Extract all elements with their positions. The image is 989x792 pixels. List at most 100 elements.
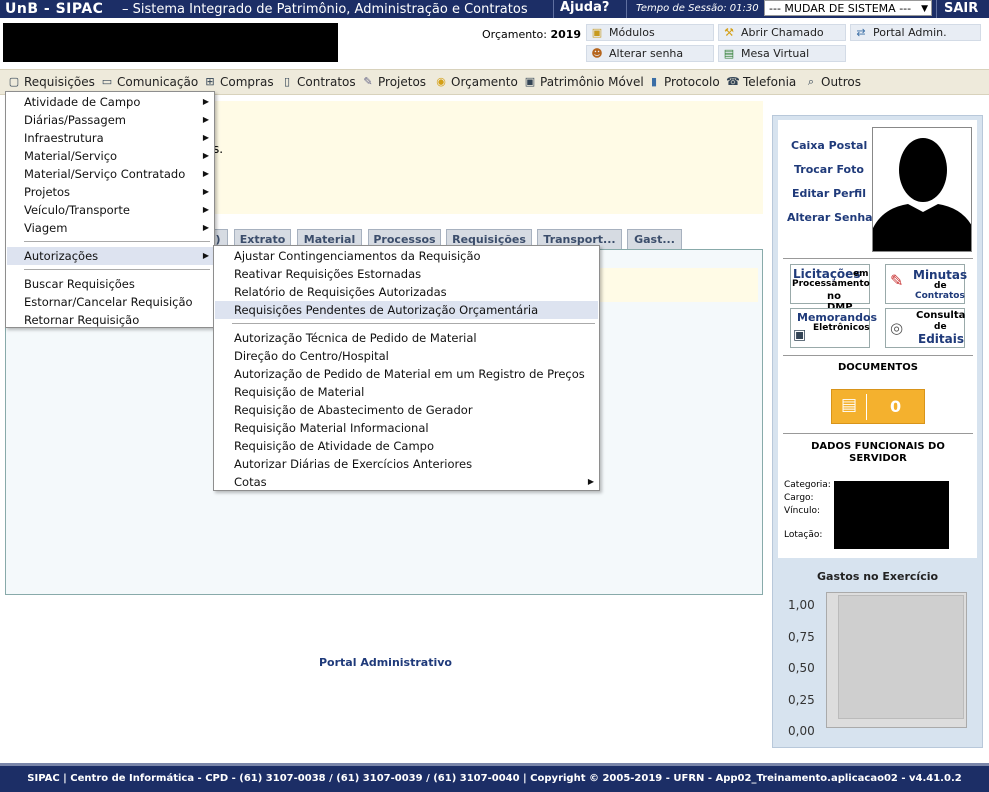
dropdown-item-estornar-cancelar[interactable]: Estornar/Cancelar Requisição bbox=[7, 293, 213, 311]
box-icon: ▣ bbox=[591, 26, 603, 39]
phone-icon: ☎ bbox=[726, 75, 740, 88]
folder-icon: ▮ bbox=[650, 75, 658, 88]
modules-label: Módulos bbox=[609, 26, 655, 39]
menu-protocolo[interactable]: ▮ Protocolo bbox=[647, 75, 720, 89]
cons-title: Consulta bbox=[916, 310, 966, 321]
consulta-editais-button[interactable]: ◎ Consulta de Editais bbox=[885, 308, 965, 348]
dropdown-item-material-servico-contratado[interactable]: Material/Serviço Contratado ▶ bbox=[7, 165, 213, 183]
dropdown-item-buscar-requisicoes[interactable]: Buscar Requisições bbox=[7, 275, 213, 293]
editar-perfil-link[interactable]: Editar Perfil bbox=[792, 187, 866, 200]
submenu-item-registro-precos[interactable]: Autorização de Pedido de Material em um … bbox=[215, 365, 598, 383]
dropdown-item-label: Buscar Requisições bbox=[24, 277, 135, 291]
chevron-right-icon: ▶ bbox=[202, 251, 209, 260]
change-system-select[interactable]: --- MUDAR DE SISTEMA --- ▼ bbox=[764, 0, 932, 16]
chevron-right-icon: ▶ bbox=[202, 151, 209, 160]
y-tick: 0,50 bbox=[788, 661, 815, 675]
change-password-button[interactable]: ☻ Alterar senha bbox=[586, 45, 714, 62]
portal-admin-link[interactable]: Portal Administrativo bbox=[319, 656, 452, 669]
change-password-label: Alterar senha bbox=[609, 47, 684, 60]
menu-orcamento[interactable]: ◉ Orçamento bbox=[434, 75, 518, 89]
dropdown-item-diarias[interactable]: Diárias/Passagem ▶ bbox=[7, 111, 213, 129]
dropdown-item-atividade-campo[interactable]: Atividade de Campo ▶ bbox=[7, 93, 213, 111]
lotacao-label: Lotação: bbox=[784, 530, 823, 540]
submenu-item-label: Autorização Técnica de Pedido de Materia… bbox=[234, 331, 477, 345]
dropdown-item-material-servico[interactable]: Material/Serviço ▶ bbox=[7, 147, 213, 165]
menu-requisicoes[interactable]: ▢ Requisições bbox=[7, 75, 95, 89]
divider bbox=[553, 0, 554, 18]
open-ticket-label: Abrir Chamado bbox=[741, 26, 824, 39]
lic-em: em bbox=[853, 269, 869, 279]
trocar-foto-link[interactable]: Trocar Foto bbox=[794, 163, 864, 176]
dropdown-item-label: Autorizações bbox=[24, 249, 99, 263]
system-name: – Sistema Integrado de Patrimônio, Admin… bbox=[122, 2, 528, 17]
licitacoes-button[interactable]: Licitações em Processamento no DMP bbox=[790, 264, 870, 313]
chevron-down-icon: ▼ bbox=[921, 4, 928, 14]
budget-info: Orçamento: 2019 bbox=[482, 28, 581, 41]
modules-button[interactable]: ▣ Módulos bbox=[586, 24, 714, 41]
menu-requisicoes-label: Requisições bbox=[24, 75, 95, 89]
help-link[interactable]: Ajuda? bbox=[560, 0, 609, 15]
minutas-button[interactable]: ✎ Minutas de Contratos bbox=[885, 264, 967, 304]
memorandos-button[interactable]: ▣ Memorandos Eletrônicos bbox=[790, 308, 877, 348]
dropdown-item-viagem[interactable]: Viagem ▶ bbox=[7, 219, 213, 237]
submenu-item-diarias-anteriores[interactable]: Autorizar Diárias de Exercícios Anterior… bbox=[215, 455, 598, 473]
divider bbox=[24, 241, 210, 242]
menu-compras[interactable]: ⊞ Compras bbox=[203, 75, 273, 89]
network-icon: ⇄ bbox=[856, 26, 866, 39]
cons-editais: Editais bbox=[918, 332, 964, 346]
dropdown-item-autorizacoes[interactable]: Autorizações ▶ bbox=[7, 247, 213, 265]
cargo-label: Cargo: bbox=[784, 493, 814, 503]
dropdown-item-projetos[interactable]: Projetos ▶ bbox=[7, 183, 213, 201]
user-photo bbox=[872, 127, 972, 252]
cons-de: de bbox=[934, 322, 947, 332]
submenu-item-cotas[interactable]: Cotas ▶ bbox=[215, 473, 598, 491]
submenu-item-autorizacao-tecnica[interactable]: Autorização Técnica de Pedido de Materia… bbox=[215, 329, 598, 347]
submenu-item-direcao-centro[interactable]: Direção do Centro/Hospital bbox=[215, 347, 598, 365]
session-timer: Tempo de Sessão: 01:30 bbox=[636, 3, 759, 14]
documents-title: DOCUMENTOS bbox=[838, 362, 918, 373]
coins-icon: ◉ bbox=[436, 75, 446, 88]
submenu-item-material-informacional[interactable]: Requisição Material Informacional bbox=[215, 419, 598, 437]
categoria-label: Categoria: bbox=[784, 480, 831, 490]
submenu-item-ajustar-contingenciamentos[interactable]: Ajustar Contingenciamentos da Requisição bbox=[215, 247, 598, 265]
submenu-item-abastecimento-gerador[interactable]: Requisição de Abastecimento de Gerador bbox=[215, 401, 598, 419]
documents-button[interactable]: ▤ bbox=[831, 389, 925, 424]
virtual-desk-button[interactable]: ▤ Mesa Virtual bbox=[718, 45, 846, 62]
alterar-senha-link[interactable]: Alterar Senha bbox=[787, 211, 873, 224]
menu-comunicacao[interactable]: ▭ Comunicação bbox=[100, 75, 198, 89]
menu-contratos[interactable]: ▯ Contratos bbox=[280, 75, 356, 89]
dropdown-item-infraestrutura[interactable]: Infraestrutura ▶ bbox=[7, 129, 213, 147]
open-ticket-button[interactable]: ⚒ Abrir Chamado bbox=[718, 24, 846, 41]
menu-patrimonio-movel[interactable]: ▣ Patrimônio Móvel bbox=[523, 75, 644, 89]
dropdown-item-veiculo-transporte[interactable]: Veículo/Transporte ▶ bbox=[7, 201, 213, 219]
footer: SIPAC | Centro de Informática - CPD - (6… bbox=[0, 763, 989, 792]
submenu-item-relatorio-autorizadas[interactable]: Relatório de Requisições Autorizadas bbox=[215, 283, 598, 301]
expenses-chart-plot bbox=[838, 595, 964, 719]
binoculars-icon: ◎ bbox=[890, 319, 904, 337]
submenu-item-pendentes-autorizacao[interactable]: Requisições Pendentes de Autorização Orç… bbox=[215, 301, 598, 319]
menu-projetos[interactable]: ✎ Projetos bbox=[361, 75, 426, 89]
menu-outros-label: Outros bbox=[821, 75, 862, 89]
submenu-item-atividade-campo[interactable]: Requisição de Atividade de Campo bbox=[215, 437, 598, 455]
portal-admin-button[interactable]: ⇄ Portal Admin. bbox=[850, 24, 981, 41]
dropdown-item-retornar-requisicao[interactable]: Retornar Requisição bbox=[7, 311, 213, 329]
menu-outros[interactable]: ⌕ Outros bbox=[804, 75, 861, 89]
logout-link[interactable]: SAIR bbox=[944, 1, 978, 16]
change-system-value: --- MUDAR DE SISTEMA --- bbox=[769, 2, 912, 15]
vinculo-label: Vínculo: bbox=[784, 506, 821, 516]
submenu-item-label: Cotas bbox=[234, 475, 267, 489]
chevron-right-icon: ▶ bbox=[202, 133, 209, 142]
menu-orcamento-label: Orçamento bbox=[451, 75, 518, 89]
submenu-item-requisicao-material[interactable]: Requisição de Material bbox=[215, 383, 598, 401]
document-icon: ▤ bbox=[841, 395, 858, 415]
submenu-item-reativar-estornadas[interactable]: Reativar Requisições Estornadas bbox=[215, 265, 598, 283]
caixa-postal-link[interactable]: Caixa Postal bbox=[791, 139, 867, 152]
submenu-item-label: Requisições Pendentes de Autorização Orç… bbox=[234, 303, 539, 317]
pen-icon: ✎ bbox=[890, 271, 904, 290]
dropdown-item-label: Material/Serviço Contratado bbox=[24, 167, 186, 181]
cart-icon: ⊞ bbox=[205, 75, 215, 88]
menu-telefonia[interactable]: ☎ Telefonia bbox=[726, 75, 796, 89]
divider bbox=[936, 0, 937, 18]
min-de: de bbox=[934, 281, 947, 291]
tab-gastos[interactable]: Gast... bbox=[627, 229, 682, 249]
